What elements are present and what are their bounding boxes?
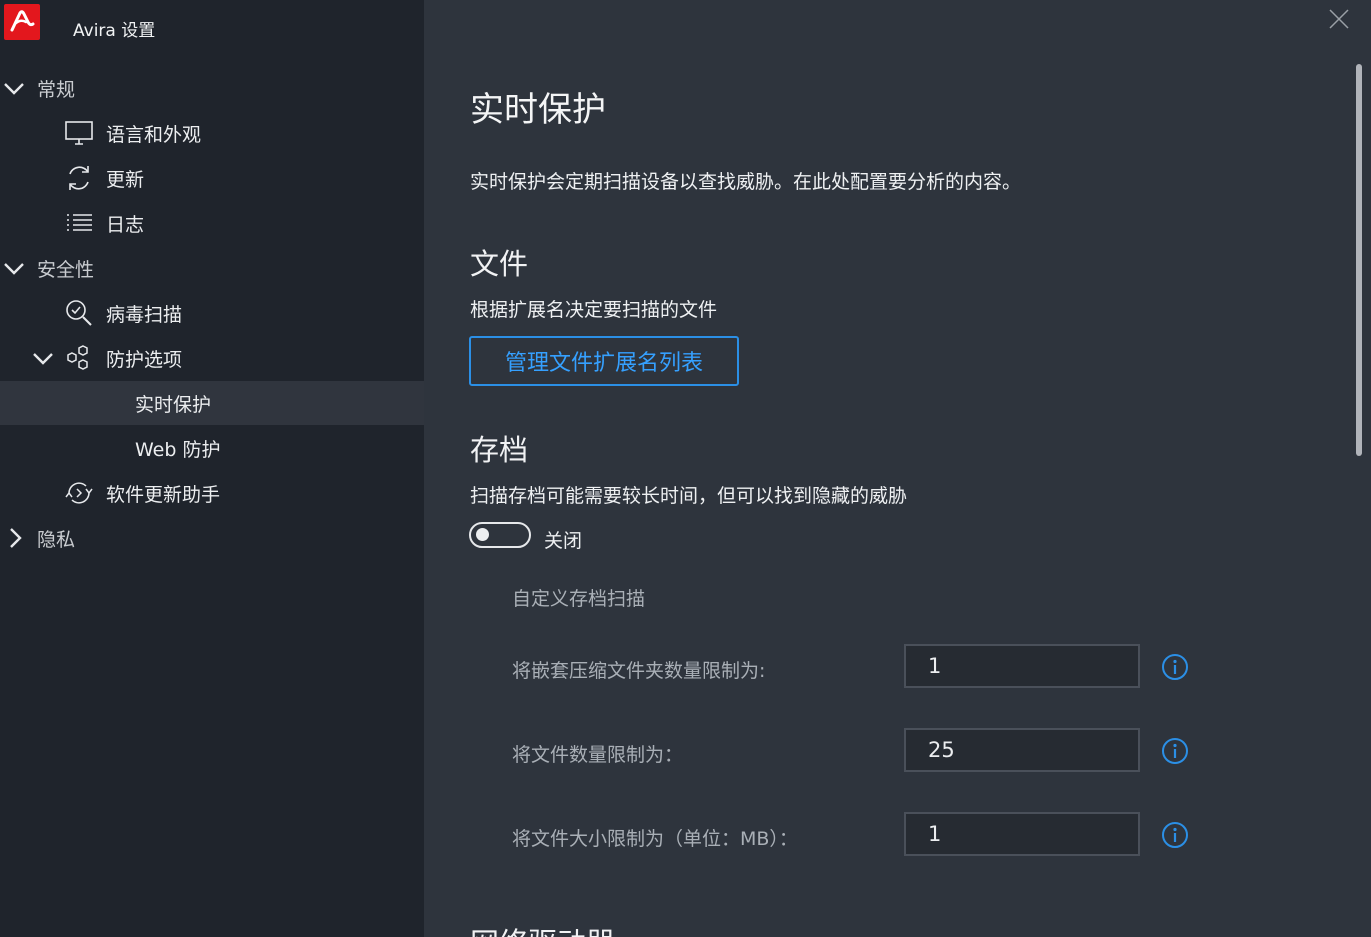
app-title: Avira 设置 xyxy=(73,21,156,41)
archives-heading: 存档 xyxy=(470,433,529,467)
page-title: 实时保护 xyxy=(470,90,606,130)
sidebar-item-software-updater[interactable]: 软件更新助手 xyxy=(0,471,424,515)
main-panel: 实时保护 实时保护会定期扫描设备以查找威胁。在此处配置要分析的内容。 文件 根据… xyxy=(424,0,1371,937)
nav-group-security[interactable]: 安全性 xyxy=(0,246,424,290)
sidebar-item-label: 软件更新助手 xyxy=(106,483,221,506)
toggle-state-label: 关闭 xyxy=(544,530,583,552)
nav-group-privacy[interactable]: 隐私 xyxy=(0,516,424,560)
refresh-icon xyxy=(69,166,89,190)
sidebar-item-log[interactable]: 日志 xyxy=(0,201,424,245)
hexagons-icon xyxy=(67,345,88,370)
nav-group-general[interactable]: 常规 xyxy=(0,66,424,110)
nested-archive-limit-input[interactable]: 1 xyxy=(904,644,1140,688)
chevron-right-icon xyxy=(10,528,22,548)
files-description: 根据扩展名决定要扫描的文件 xyxy=(470,299,718,321)
sidebar-item-language[interactable]: 语言和外观 xyxy=(0,111,424,155)
archives-description: 扫描存档可能需要较长时间，但可以找到隐藏的威胁 xyxy=(470,485,908,507)
chevron-down-icon xyxy=(4,83,24,95)
sidebar-item-protection-options[interactable]: 防护选项 xyxy=(0,336,424,380)
manage-extensions-button[interactable]: 管理文件扩展名列表 xyxy=(469,336,739,386)
sidebar-item-label: 病毒扫描 xyxy=(106,303,183,326)
nav-group-label: 隐私 xyxy=(37,528,76,551)
file-size-limit-input[interactable]: 1 xyxy=(904,812,1140,856)
file-count-limit-input[interactable]: 25 xyxy=(904,728,1140,772)
toggle-knob xyxy=(476,528,489,541)
nested-archive-limit-label: 将嵌套压缩文件夹数量限制为: xyxy=(512,660,766,682)
sidebar-item-virus-scan[interactable]: 病毒扫描 xyxy=(0,291,424,335)
file-size-limit-label: 将文件大小限制为（单位：MB）： xyxy=(512,828,798,850)
archive-scan-toggle[interactable] xyxy=(469,522,531,548)
chevron-down-icon xyxy=(33,353,53,365)
network-drives-heading: 网络驱动器 xyxy=(470,920,615,937)
close-icon[interactable] xyxy=(1328,8,1350,30)
software-update-icon xyxy=(65,482,93,504)
sidebar-item-update[interactable]: 更新 xyxy=(0,156,424,200)
sidebar-item-label: 更新 xyxy=(106,168,145,191)
page-description: 实时保护会定期扫描设备以查找威胁。在此处配置要分析的内容。 xyxy=(470,171,1022,193)
avira-logo-icon xyxy=(4,4,40,40)
list-icon xyxy=(67,214,92,231)
custom-archive-heading: 自定义存档扫描 xyxy=(512,588,646,610)
chevron-down-icon xyxy=(4,263,24,275)
sidebar-item-web-protection[interactable]: Web 防护 xyxy=(0,426,424,470)
sidebar-item-label: Web 防护 xyxy=(135,438,221,461)
files-heading: 文件 xyxy=(470,247,529,281)
nav-group-label: 安全性 xyxy=(37,258,95,281)
file-count-limit-label: 将文件数量限制为： xyxy=(512,744,684,766)
info-icon[interactable] xyxy=(1161,821,1189,849)
sidebar-item-label: 实时保护 xyxy=(135,393,212,416)
app-header: Avira 设置 xyxy=(0,0,424,56)
sidebar-item-realtime-protection[interactable]: 实时保护 xyxy=(0,381,424,425)
sidebar-item-label: 日志 xyxy=(106,213,145,236)
sidebar: Avira 设置 常规 语言和外观 更新 日志 安全性 病毒扫描 防护选项 实时… xyxy=(0,0,424,937)
nav-group-label: 常规 xyxy=(37,78,76,101)
sidebar-item-label: 语言和外观 xyxy=(106,123,202,146)
info-icon[interactable] xyxy=(1161,653,1189,681)
scrollbar-thumb[interactable] xyxy=(1356,64,1362,456)
monitor-icon xyxy=(65,121,93,145)
sidebar-item-label: 防护选项 xyxy=(106,348,183,371)
scan-search-icon xyxy=(66,300,92,326)
info-icon[interactable] xyxy=(1161,737,1189,765)
